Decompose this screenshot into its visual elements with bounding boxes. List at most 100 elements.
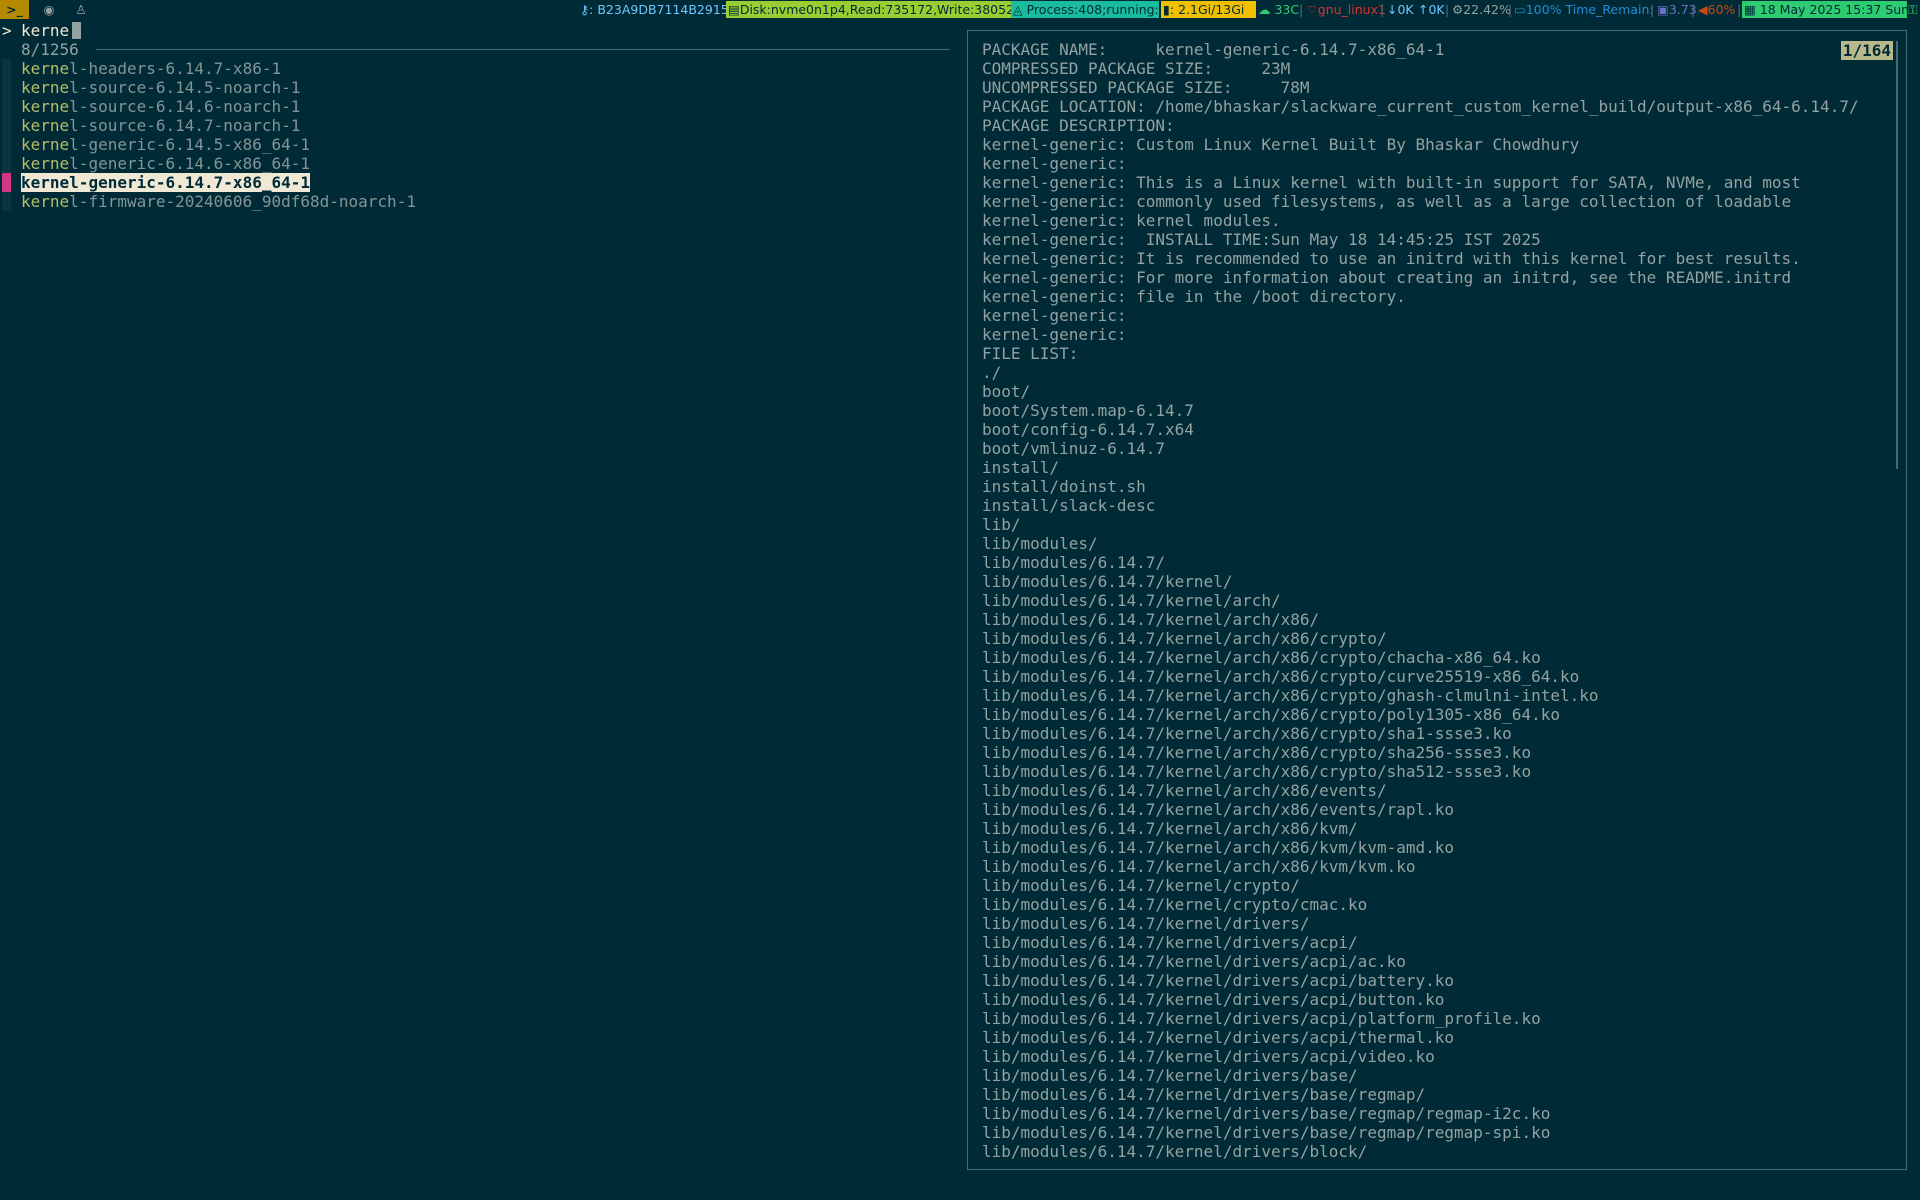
selection-gutter bbox=[2, 59, 11, 78]
match-highlight: kerne bbox=[21, 135, 70, 154]
preview-content: PACKAGE NAME: kernel-generic-6.14.7-x86_… bbox=[982, 40, 1882, 1161]
preview-line: lib/modules/6.14.7/kernel/arch/x86/ bbox=[982, 610, 1320, 629]
battery-icon: ▭ bbox=[1514, 2, 1526, 17]
preview-line: lib/modules/6.14.7/kernel/crypto/ bbox=[982, 876, 1300, 895]
download-widget: ↓0K bbox=[1385, 1, 1416, 18]
result-rest: l-source-6.14.6-noarch-1 bbox=[69, 97, 301, 116]
preview-line: lib/modules/6.14.7/kernel/drivers/base/r… bbox=[982, 1104, 1551, 1123]
preview-scroll-position: 1/164 bbox=[1840, 41, 1893, 60]
selection-gutter bbox=[2, 192, 11, 211]
firefox-icon: ◉ bbox=[43, 2, 55, 17]
result-item[interactable]: kernel-source-6.14.6-noarch-1 bbox=[0, 97, 960, 116]
text-cursor bbox=[72, 22, 81, 39]
preview-line: lib/modules/6.14.7/kernel/arch/x86/crypt… bbox=[982, 648, 1541, 667]
arrow-up-icon: ↑ bbox=[1418, 2, 1429, 17]
workspace-tux[interactable]: ♙ bbox=[70, 0, 92, 19]
preview-line: lib/modules/6.14.7/kernel/drivers/acpi/a… bbox=[982, 952, 1406, 971]
selection-gutter bbox=[2, 173, 11, 192]
preview-line: lib/modules/6.14.7/kernel/arch/ bbox=[982, 591, 1281, 610]
preview-line: boot/ bbox=[982, 382, 1031, 401]
preview-line: lib/modules/ bbox=[982, 534, 1098, 553]
preview-line: PACKAGE DESCRIPTION: bbox=[982, 116, 1175, 135]
gear-icon: ⚙ bbox=[1452, 2, 1464, 17]
preview-line: kernel-generic: commonly used filesystem… bbox=[982, 192, 1792, 211]
upload-rate: 0K bbox=[1428, 2, 1445, 17]
preview-line: PACKAGE LOCATION: /home/bhaskar/slackwar… bbox=[982, 97, 1859, 116]
result-item-selected[interactable]: kernel-generic-6.14.7-x86_64-1 bbox=[0, 173, 960, 192]
preview-line: kernel-generic: file in the /boot direct… bbox=[982, 287, 1406, 306]
preview-line: lib/modules/6.14.7/kernel/drivers/base/r… bbox=[982, 1085, 1426, 1104]
preview-line: FILE LIST: bbox=[982, 344, 1079, 363]
preview-line: boot/config-6.14.7.x64 bbox=[982, 420, 1194, 439]
network-host-widget: ⌔gnu_linux1 bbox=[1304, 1, 1388, 18]
result-rest: l-generic-6.14.5-x86_64-1 bbox=[69, 135, 310, 154]
preview-line: kernel-generic: Custom Linux Kernel Buil… bbox=[982, 135, 1580, 154]
result-item[interactable]: kernel-firmware-20240606_90df68d-noarch-… bbox=[0, 192, 960, 211]
cpu-widget: ⚙22.42% bbox=[1450, 1, 1513, 18]
result-item[interactable]: kernel-source-6.14.7-noarch-1 bbox=[0, 116, 960, 135]
date-widget: ▦ 18 May 2025 15:37 Sun bbox=[1742, 1, 1910, 18]
match-highlight: kerne bbox=[21, 78, 70, 97]
preview-line: lib/modules/6.14.7/kernel/arch/x86/kvm/ bbox=[982, 819, 1358, 838]
disk-icon: ▤ bbox=[728, 2, 740, 17]
temperature: 33C bbox=[1274, 2, 1300, 17]
fzf-prompt: > bbox=[2, 21, 12, 40]
selection-gutter bbox=[2, 154, 11, 173]
date-time: 18 May 2025 15:37 Sun bbox=[1759, 2, 1910, 17]
preview-line: lib/ bbox=[982, 515, 1021, 534]
terminal-icon: >_ bbox=[6, 2, 23, 17]
result-label: kernel-source-6.14.5-noarch-1 bbox=[21, 78, 300, 97]
preview-line: kernel-generic: bbox=[982, 154, 1127, 173]
disk-widget: ▤Disk:nvme0n1p4,Read:735172,Write:380522… bbox=[726, 1, 1030, 18]
chip-icon: ▣ bbox=[1657, 2, 1669, 17]
result-rest: l-headers-6.14.7-x86-1 bbox=[69, 59, 282, 78]
result-item[interactable]: kernel-generic-6.14.6-x86_64-1 bbox=[0, 154, 960, 173]
preview-line: lib/modules/6.14.7/kernel/arch/x86/crypt… bbox=[982, 762, 1532, 781]
result-label: kernel-source-6.14.7-noarch-1 bbox=[21, 116, 300, 135]
preview-line: kernel-generic: This is a Linux kernel w… bbox=[982, 173, 1801, 192]
preview-pane[interactable]: PACKAGE NAME: kernel-generic-6.14.7-x86_… bbox=[967, 30, 1907, 1170]
wifi-icon: ⌔ bbox=[1306, 2, 1318, 17]
counter-divider bbox=[96, 49, 950, 50]
preview-line: install/doinst.sh bbox=[982, 477, 1146, 496]
preview-line: lib/modules/6.14.7/kernel/drivers/block/ bbox=[982, 1142, 1368, 1161]
match-highlight: kerne bbox=[21, 154, 70, 173]
fzf-query-input[interactable]: kerne bbox=[21, 21, 69, 40]
workspace-terminal[interactable]: >_ bbox=[0, 0, 29, 19]
preview-line: lib/modules/6.14.7/kernel/arch/x86/event… bbox=[982, 800, 1455, 819]
selection-gutter bbox=[2, 78, 11, 97]
disk-stats: Disk:nvme0n1p4,Read:735172,Write:3805227 bbox=[739, 2, 1030, 17]
temperature-widget: ☁ 33C bbox=[1256, 1, 1301, 18]
match-highlight: kerne bbox=[21, 192, 70, 211]
preview-line: kernel-generic: kernel modules. bbox=[982, 211, 1281, 230]
result-label: kernel-generic-6.14.5-x86_64-1 bbox=[21, 135, 310, 154]
result-item[interactable]: kernel-source-6.14.5-noarch-1 bbox=[0, 78, 960, 97]
result-label: kernel-headers-6.14.7-x86-1 bbox=[21, 59, 281, 78]
battery-widget: ▭100% Time_Remain: bbox=[1512, 1, 1656, 18]
result-item[interactable]: kernel-headers-6.14.7-x86-1 bbox=[0, 59, 960, 78]
result-label: kernel-generic-6.14.7-x86_64-1 bbox=[21, 173, 310, 192]
preview-line: lib/modules/6.14.7/kernel/drivers/ bbox=[982, 914, 1310, 933]
preview-scrollbar[interactable] bbox=[1896, 41, 1898, 469]
memory-widget: ▮: 2.1Gi/13Gi bbox=[1161, 1, 1256, 18]
result-item[interactable]: kernel-generic-6.14.5-x86_64-1 bbox=[0, 135, 960, 154]
preview-line: lib/modules/6.14.7/kernel/arch/x86/crypt… bbox=[982, 667, 1580, 686]
workspace-browser[interactable]: ◉ bbox=[38, 0, 60, 19]
lock-icon[interactable]: ⚿ bbox=[1906, 1, 1920, 18]
preview-line: lib/modules/6.14.7/kernel/crypto/cmac.ko bbox=[982, 895, 1368, 914]
preview-line: lib/modules/6.14.7/kernel/drivers/base/r… bbox=[982, 1123, 1551, 1142]
preview-line: kernel-generic: It is recommended to use… bbox=[982, 249, 1801, 268]
process-stats: Process:408;running:2 bbox=[1026, 2, 1167, 17]
status-bar: >_ ◉ ♙ ⚷: B23A9DB7114B2915 ▤Disk:nvme0n1… bbox=[0, 0, 1920, 19]
gpg-key: B23A9DB7114B2915 bbox=[597, 2, 729, 17]
result-rest: l-source-6.14.7-noarch-1 bbox=[69, 116, 301, 135]
result-label: kernel-source-6.14.6-noarch-1 bbox=[21, 97, 300, 116]
host-name: gnu_linux1 bbox=[1317, 2, 1386, 17]
memory-icon: ▮ bbox=[1163, 2, 1170, 17]
preview-line: lib/modules/6.14.7/ bbox=[982, 553, 1166, 572]
preview-line: kernel-generic: INSTALL TIME:Sun May 18 … bbox=[982, 230, 1541, 249]
preview-line: UNCOMPRESSED PACKAGE SIZE: 78M bbox=[982, 78, 1310, 97]
battery-status: 100% Time_Remain: bbox=[1525, 2, 1654, 17]
match-highlight: kerne bbox=[21, 173, 70, 192]
preview-line: lib/modules/6.14.7/kernel/arch/x86/crypt… bbox=[982, 743, 1532, 762]
